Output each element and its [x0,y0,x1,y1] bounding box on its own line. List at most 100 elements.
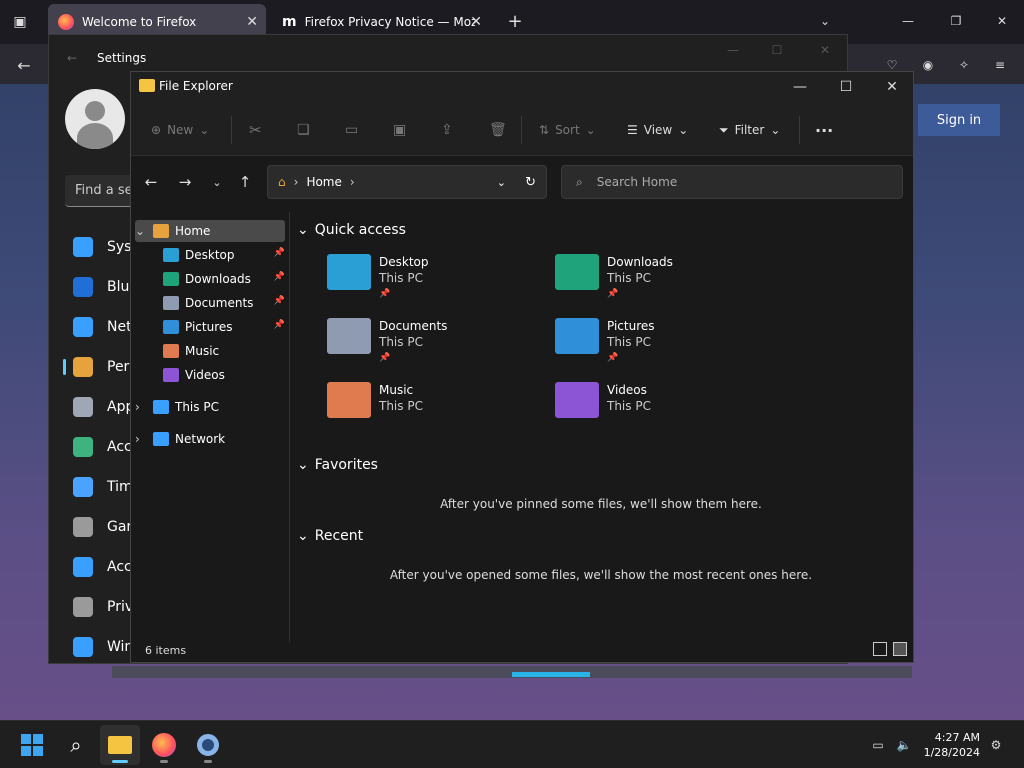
sort-button[interactable]: ⇅ Sort ⌄ [539,120,596,140]
address-dropdown-icon[interactable]: ⌄ [497,176,506,189]
share-icon[interactable]: ⇪ [441,120,453,140]
account-icon[interactable]: ◉ [916,54,940,76]
close-tab-icon[interactable]: ✕ [470,14,482,30]
close-tab-icon[interactable]: ✕ [246,14,258,30]
monitor-icon [73,237,93,257]
quick-access-item[interactable]: Downloads This PC 📌 [555,254,673,302]
file-explorer-taskbar-button[interactable] [100,725,140,765]
quick-access-item[interactable]: Music This PC [327,382,423,418]
scrollbar-track[interactable] [112,666,912,678]
item-name: Pictures [607,319,655,333]
tree-item[interactable]: › This PC [135,396,285,418]
view-button[interactable]: ☰ View ⌄ [627,120,688,140]
tree-item[interactable]: Documents 📌 [163,292,285,314]
maximize-icon[interactable]: ☐ [823,72,869,102]
home-icon [153,224,169,238]
tree-item-label: Network [175,432,226,446]
favorites-header[interactable]: ⌄ Favorites [297,457,378,473]
tree-item[interactable]: Downloads 📌 [163,268,285,290]
clock-globe-icon [73,477,93,497]
settings-taskbar-button[interactable] [188,725,228,765]
tab-list-icon[interactable]: ▣ [8,10,32,34]
quick-access-item[interactable]: Desktop This PC 📌 [327,254,429,302]
cut-icon[interactable]: ✂ [249,120,262,140]
recent-header[interactable]: ⌄ Recent [297,528,363,544]
recent-locations-icon[interactable]: ⌄ [207,172,227,192]
quick-access-header[interactable]: ⌄ Quick access [297,222,406,238]
delete-icon[interactable]: 🗑 [489,120,507,140]
filter-button[interactable]: ⏷ Filter ⌄ [719,120,780,140]
rename-icon[interactable]: ▣ [393,120,406,140]
start-button[interactable] [12,725,52,765]
new-tab-icon[interactable]: + [504,10,526,32]
forward-icon[interactable]: → [175,172,195,192]
tree-item[interactable]: Music [163,340,285,362]
item-location: This PC [379,335,423,349]
pin-icon: 📌 [379,353,391,363]
network-status-icon[interactable]: ▭ [868,735,888,755]
pin-icon: 📌 [273,272,285,282]
close-icon[interactable]: ✕ [869,72,915,102]
chevron-right-icon[interactable]: › [135,432,147,446]
address-bar[interactable]: ⌂ › Home › ⌄ ↻ [267,165,547,199]
pin-icon: 📌 [607,289,619,299]
item-location: This PC [379,399,423,413]
tree-item[interactable]: › Network [135,428,285,450]
copy-icon[interactable]: ❏ [297,120,310,140]
quick-access-item[interactable]: Videos This PC [555,382,651,418]
tree-item-label: Pictures [185,320,233,334]
quick-access-item[interactable]: Documents This PC 📌 [327,318,447,366]
new-button[interactable]: ⊕ New ⌄ [151,120,209,140]
minimize-icon[interactable]: — [777,72,823,102]
up-icon[interactable]: ↑ [235,172,255,192]
recent-empty-text: After you've opened some files, we'll sh… [389,568,813,582]
more-options-icon[interactable]: ··· [815,120,833,140]
pictures-icon [163,320,179,334]
firefox-taskbar-button[interactable] [144,725,184,765]
scrollbar-thumb[interactable] [512,672,590,677]
paste-icon[interactable]: ▭ [345,120,358,140]
close-window-icon[interactable]: ✕ [990,10,1014,32]
item-name: Documents [379,319,448,333]
item-location: This PC [607,271,651,285]
volume-muted-icon[interactable]: 🔈 [894,735,914,755]
search-button[interactable]: ⌕ [56,725,96,765]
back-icon[interactable]: ← [141,172,161,192]
minimize-icon[interactable]: — [896,10,920,32]
maximize-icon[interactable]: ☐ [765,41,789,59]
settings-nav-label: Acc [107,439,132,455]
clock[interactable]: 4:27 AM 1/28/2024 [924,730,980,760]
back-icon[interactable]: ← [12,54,36,76]
item-name: Videos [607,383,647,397]
list-all-tabs-icon[interactable]: ⌄ [814,10,836,32]
sort-icon: ⇅ [539,123,550,137]
divider [521,116,522,144]
restore-icon[interactable]: ❐ [944,10,968,32]
refresh-icon[interactable]: ↻ [525,175,536,190]
tree-item[interactable]: ⌄ Home [135,220,285,242]
minimize-icon[interactable]: — [721,41,745,59]
settings-nav-label: Net [107,319,132,335]
chevron-down-icon[interactable]: ⌄ [135,224,147,238]
mozilla-icon: m [282,14,297,30]
wifi-icon [73,317,93,337]
downloads-folder-icon [555,254,599,290]
quick-access-item[interactable]: Pictures This PC 📌 [555,318,655,366]
tree-item[interactable]: Desktop 📌 [163,244,285,266]
tree-item[interactable]: Videos [163,364,285,386]
extensions-icon[interactable]: ✧ [952,54,976,76]
details-view-icon[interactable] [873,642,887,656]
pin-icon: 📌 [273,248,285,258]
pane-divider[interactable] [289,212,290,642]
tiles-view-icon[interactable] [893,642,907,656]
back-icon[interactable]: ← [63,49,81,67]
breadcrumb[interactable]: Home [306,175,341,189]
sign-in-button[interactable]: Sign in [918,104,1000,136]
documents-icon [163,296,179,310]
tree-item[interactable]: Pictures 📌 [163,316,285,338]
chevron-right-icon[interactable]: › [135,400,147,414]
close-icon[interactable]: ✕ [813,41,837,59]
search-input[interactable]: ⌕ Search Home [561,165,903,199]
notifications-icon[interactable]: ⚙ [986,735,1006,755]
menu-icon[interactable]: ≡ [988,54,1012,76]
